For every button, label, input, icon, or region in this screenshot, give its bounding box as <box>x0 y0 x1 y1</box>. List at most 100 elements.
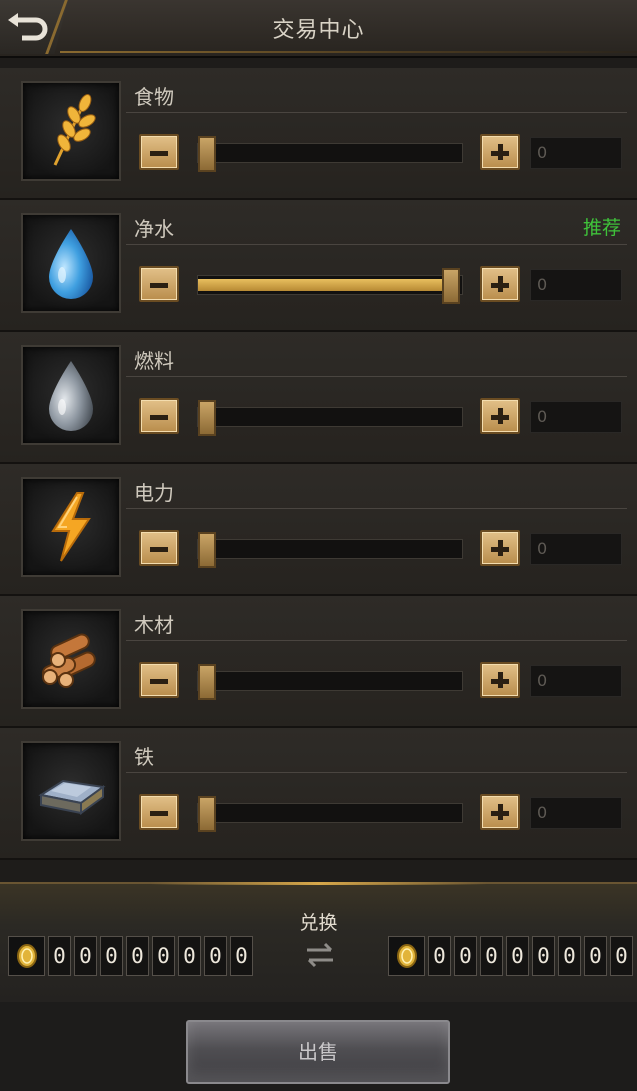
quantity-slider[interactable] <box>197 136 463 172</box>
resource-icon-frame <box>21 477 121 577</box>
quantity-input[interactable]: 0 <box>530 269 622 301</box>
name-divider <box>126 640 627 641</box>
quantity-slider[interactable] <box>197 400 463 436</box>
sell-button[interactable]: 出售 <box>186 1020 450 1084</box>
slider-handle[interactable] <box>198 532 216 568</box>
minus-icon <box>150 283 168 288</box>
footer: 出售 <box>0 1002 637 1091</box>
fuel-drop-icon <box>49 361 93 431</box>
quantity-slider[interactable] <box>197 268 463 304</box>
slider-handle[interactable] <box>198 796 216 832</box>
slider-handle[interactable] <box>198 400 216 436</box>
slider-handle[interactable] <box>198 664 216 700</box>
coin-slot <box>8 936 45 976</box>
slider-handle[interactable] <box>442 268 460 304</box>
resource-name: 净水 <box>134 217 174 241</box>
decrease-button[interactable] <box>139 134 179 170</box>
resource-name: 电力 <box>134 481 174 505</box>
minus-icon <box>150 547 168 552</box>
resource-icon-frame <box>21 345 121 445</box>
lightning-icon <box>51 492 91 562</box>
decrease-button[interactable] <box>139 398 179 434</box>
minus-icon <box>150 679 168 684</box>
coin-slot <box>388 936 425 976</box>
resource-row-power: 电力 0 <box>0 464 637 596</box>
minus-icon <box>150 811 168 816</box>
increase-button[interactable] <box>480 266 520 302</box>
exchange-panel: 兑换 0 0 0 0 0 0 0 0 0 0 0 0 0 0 0 0 <box>0 882 637 1002</box>
gold-coin-icon <box>396 944 417 968</box>
quantity-slider[interactable] <box>197 532 463 568</box>
minus-icon <box>150 415 168 420</box>
resource-icon-frame <box>21 741 121 841</box>
digit: 0 <box>584 936 607 976</box>
coin-counter-left: 0 0 0 0 0 0 0 0 <box>8 936 253 976</box>
coin-counter-right: 0 0 0 0 0 0 0 0 <box>388 936 633 976</box>
digit: 0 <box>126 936 149 976</box>
digit: 0 <box>152 936 175 976</box>
iron-ingot-icon <box>38 779 106 815</box>
digit: 0 <box>454 936 477 976</box>
resource-icon-frame <box>21 81 121 181</box>
decrease-button[interactable] <box>139 662 179 698</box>
digit: 0 <box>230 936 253 976</box>
resource-list: 食物 0 净水 推荐 0 燃料 0 电力 0 木材 0 铁 0 <box>0 68 637 860</box>
increase-button[interactable] <box>480 398 520 434</box>
plus-icon-vertical <box>498 672 503 688</box>
digit: 0 <box>100 936 123 976</box>
logs-icon <box>41 633 96 688</box>
plus-icon-vertical <box>498 144 503 160</box>
resource-name: 燃料 <box>134 349 174 373</box>
digit: 0 <box>610 936 633 976</box>
resource-name: 食物 <box>134 85 174 109</box>
decrease-button[interactable] <box>139 794 179 830</box>
digit: 0 <box>558 936 581 976</box>
decrease-button[interactable] <box>139 530 179 566</box>
plus-icon-vertical <box>498 276 503 292</box>
resource-icon-frame <box>21 213 121 313</box>
digit: 0 <box>48 936 71 976</box>
quantity-input[interactable]: 0 <box>530 665 622 697</box>
increase-button[interactable] <box>480 662 520 698</box>
digit: 0 <box>178 936 201 976</box>
quantity-slider[interactable] <box>197 664 463 700</box>
digit: 0 <box>74 936 97 976</box>
name-divider <box>126 376 627 377</box>
name-divider <box>126 772 627 773</box>
name-divider <box>126 112 627 113</box>
quantity-slider[interactable] <box>197 796 463 832</box>
resource-row-food: 食物 0 <box>0 68 637 200</box>
name-divider <box>126 508 627 509</box>
increase-button[interactable] <box>480 794 520 830</box>
quantity-input[interactable]: 0 <box>530 401 622 433</box>
header-divider <box>60 51 637 53</box>
digit: 0 <box>428 936 451 976</box>
resource-icon-frame <box>21 609 121 709</box>
recommend-badge: 推荐 <box>582 217 621 239</box>
quantity-input[interactable]: 0 <box>530 797 622 829</box>
increase-button[interactable] <box>480 530 520 566</box>
header-bar: 交易中心 <box>0 0 637 58</box>
plus-icon-vertical <box>498 408 503 424</box>
digit: 0 <box>532 936 555 976</box>
minus-icon <box>150 151 168 156</box>
digit: 0 <box>506 936 529 976</box>
plus-icon-vertical <box>498 804 503 820</box>
water-drop-icon <box>49 229 93 299</box>
resource-name: 铁 <box>134 745 154 769</box>
swap-arrows-icon <box>307 942 333 968</box>
exchange-label: 兑换 <box>299 912 338 934</box>
quantity-input[interactable]: 0 <box>530 533 622 565</box>
resource-row-iron: 铁 0 <box>0 728 637 860</box>
increase-button[interactable] <box>480 134 520 170</box>
slider-fill <box>198 279 455 291</box>
decrease-button[interactable] <box>139 266 179 302</box>
resource-row-water: 净水 推荐 0 <box>0 200 637 332</box>
quantity-input[interactable]: 0 <box>530 137 622 169</box>
resource-row-fuel: 燃料 0 <box>0 332 637 464</box>
resource-name: 木材 <box>134 613 174 637</box>
wheat-icon <box>53 94 96 166</box>
gold-coin-icon <box>16 944 37 968</box>
slider-handle[interactable] <box>198 136 216 172</box>
digit: 0 <box>480 936 503 976</box>
